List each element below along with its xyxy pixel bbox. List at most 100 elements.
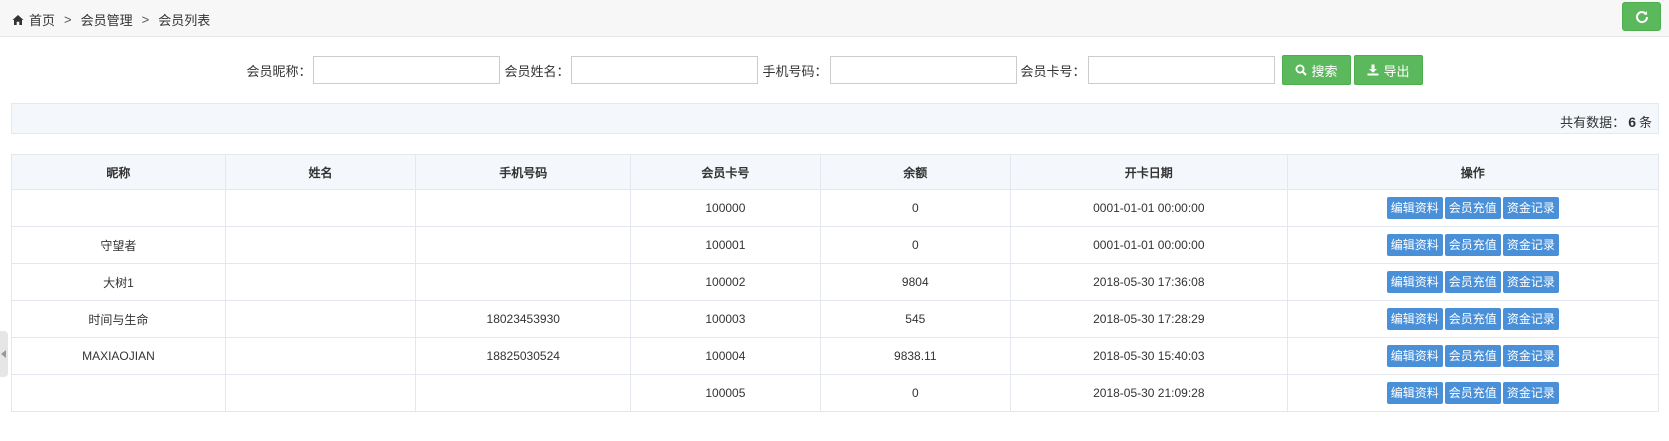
cell-name [224,226,417,264]
fund-records-button[interactable]: 资金记录 [1502,271,1559,293]
recharge-button[interactable]: 会员充值 [1444,197,1501,219]
recharge-button[interactable]: 会员充值 [1444,234,1501,256]
export-button[interactable]: 导出 [1353,55,1423,85]
fund-records-button[interactable]: 资金记录 [1502,382,1559,404]
download-icon [1367,64,1379,76]
home-icon[interactable] [12,14,24,26]
cell-date: 0001-01-01 00:00:00 [1010,189,1288,227]
cell-balance: 545 [819,300,1012,338]
column-header-actions: 操作 [1286,154,1660,190]
column-header-date: 开卡日期 [1010,154,1288,190]
cell-date: 2018-05-30 15:40:03 [1010,337,1288,375]
fund-records-button[interactable]: 资金记录 [1502,197,1559,219]
edit-profile-button[interactable]: 编辑资料 [1386,197,1443,219]
cell-name [224,300,417,338]
fund-records-button[interactable]: 资金记录 [1502,308,1559,330]
edit-profile-button[interactable]: 编辑资料 [1386,271,1443,293]
cell-card: 100000 [630,189,821,227]
refresh-icon [1635,10,1648,23]
fund-records-button[interactable]: 资金记录 [1502,345,1559,367]
cell-nickname [11,189,226,227]
edit-profile-button[interactable]: 编辑资料 [1386,382,1443,404]
search-form: 会员昵称： 会员姓名： 手机号码： 会员卡号： 搜索 导出 [0,55,1669,85]
column-header-card: 会员卡号 [630,154,821,190]
cell-name [224,263,417,301]
cell-balance: 9804 [819,263,1012,301]
cell-actions: 编辑资料 会员充值 资金记录 [1286,300,1660,338]
phone-label: 手机号码： [762,63,828,79]
table-header-row: 昵称 姓名 手机号码 会员卡号 余额 开卡日期 操作 [11,154,1660,190]
fund-records-button[interactable]: 资金记录 [1502,234,1559,256]
cell-actions: 编辑资料 会员充值 资金记录 [1286,226,1660,264]
cell-actions: 编辑资料 会员充值 资金记录 [1286,189,1660,227]
table-row: 100000 0 0001-01-01 00:00:00 编辑资料 会员充值 资金记录 [11,189,1660,227]
column-header-balance: 余额 [819,154,1012,190]
chevron-left-icon [1,350,6,358]
cell-balance: 9838.11 [819,337,1012,375]
column-header-nickname: 昵称 [11,154,226,190]
cell-balance: 0 [819,374,1012,412]
breadcrumb-home[interactable]: 首页 [29,10,55,29]
cell-card: 100004 [630,337,821,375]
breadcrumb-member-management[interactable]: 会员管理 [81,10,133,29]
name-input[interactable] [571,56,759,84]
cell-card: 100005 [630,374,821,412]
nickname-label: 会员昵称： [246,63,312,79]
column-header-name: 姓名 [224,154,417,190]
cell-date: 0001-01-01 00:00:00 [1010,226,1288,264]
summary-bar: 共有数据： 6 条 [11,103,1659,134]
cell-actions: 编辑资料 会员充值 资金记录 [1286,374,1660,412]
cell-actions: 编辑资料 会员充值 资金记录 [1286,263,1660,301]
breadcrumb-member-list: 会员列表 [158,13,211,28]
table-row: 100005 0 2018-05-30 21:09:28 编辑资料 会员充值 资金记录 [11,374,1660,412]
name-label: 会员姓名： [504,63,570,79]
recharge-button[interactable]: 会员充值 [1444,345,1501,367]
member-table: 昵称 姓名 手机号码 会员卡号 余额 开卡日期 操作 100000 0 0001-0… [11,154,1660,412]
cell-nickname: 时间与生命 [11,300,226,338]
cell-name [224,189,417,227]
edit-profile-button[interactable]: 编辑资料 [1386,345,1443,367]
record-count: 共有数据： 6 条 [1560,112,1652,131]
cell-phone: 18023453930 [415,300,632,338]
cell-date: 2018-05-30 21:09:28 [1010,374,1288,412]
record-count-value: 6 [1628,114,1636,130]
cell-phone [415,189,632,227]
cell-balance: 0 [819,226,1012,264]
recharge-button[interactable]: 会员充值 [1444,271,1501,293]
card-input[interactable] [1087,56,1275,84]
cell-nickname: 守望者 [11,226,226,264]
refresh-button[interactable] [1622,2,1661,31]
export-button-label: 导出 [1383,63,1410,79]
cell-phone [415,374,632,412]
table-row: 守望者 100001 0 0001-01-01 00:00:00 编辑资料 会员充值 资金记… [11,226,1660,264]
recharge-button[interactable]: 会员充值 [1444,382,1501,404]
phone-input[interactable] [829,56,1017,84]
cell-date: 2018-05-30 17:36:08 [1010,263,1288,301]
cell-nickname: MAXIAOJIAN [11,337,226,375]
cell-nickname [11,374,226,412]
edit-profile-button[interactable]: 编辑资料 [1386,234,1443,256]
cell-phone [415,263,632,301]
column-header-phone: 手机号码 [415,154,632,190]
cell-name [224,337,417,375]
cell-phone [415,226,632,264]
breadcrumb-separator: > [64,12,72,27]
nickname-input[interactable] [313,56,501,84]
breadcrumb-separator: > [141,12,150,27]
search-button-label: 搜索 [1311,63,1338,79]
table-row: MAXIAOJIAN 18825030524 100004 9838.11 2018-0… [11,337,1660,375]
table-row: 时间与生命 18023453930 100003 545 2018-05-30 17:2… [11,300,1660,338]
cell-phone: 18825030524 [415,337,632,375]
table-row: 大树1 100002 9804 2018-05-30 17:36:08 编辑资料 会员充值… [11,263,1660,301]
cell-card: 100003 [630,300,821,338]
search-icon [1295,64,1307,76]
cell-nickname: 大树1 [11,263,226,301]
sidebar-toggle[interactable] [0,331,8,377]
edit-profile-button[interactable]: 编辑资料 [1386,308,1443,330]
recharge-button[interactable]: 会员充值 [1444,308,1501,330]
cell-actions: 编辑资料 会员充值 资金记录 [1286,337,1660,375]
cell-name [224,374,417,412]
breadcrumb: 首页 > 会员管理 > 会员列表 [12,10,210,29]
search-button[interactable]: 搜索 [1281,55,1351,85]
cell-date: 2018-05-30 17:28:29 [1010,300,1288,338]
